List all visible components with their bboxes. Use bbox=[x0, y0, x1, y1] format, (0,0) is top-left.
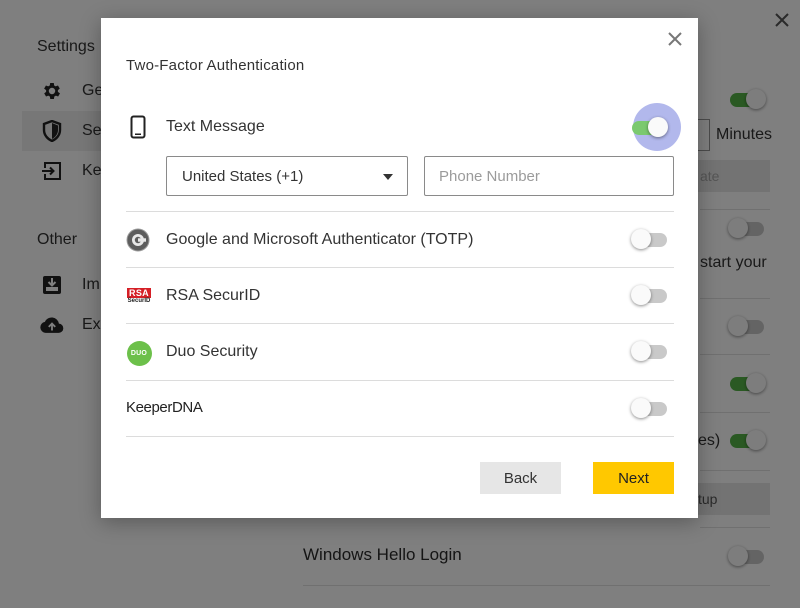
method-text-message: Text Message bbox=[126, 108, 674, 148]
text-message-toggle[interactable] bbox=[632, 117, 668, 137]
method-rsa-securid: RSA SecurID RSA SecurID bbox=[126, 282, 674, 310]
method-keeperdna: KeeperDNA bbox=[126, 396, 674, 424]
method-label: Text Message bbox=[166, 118, 265, 135]
method-label: Google and Microsoft Authenticator (TOTP… bbox=[166, 231, 474, 248]
two-factor-dialog: Two-Factor Authentication Text Message U… bbox=[101, 18, 698, 518]
phone-number-input[interactable] bbox=[424, 156, 674, 196]
back-button[interactable]: Back bbox=[480, 462, 561, 494]
method-duo-security: DUO Duo Security bbox=[126, 338, 674, 366]
chevron-down-icon bbox=[383, 174, 393, 180]
keeperdna-logo-icon: KeeperDNA bbox=[126, 399, 203, 416]
close-icon[interactable] bbox=[664, 28, 686, 50]
duo-logo-icon: DUO bbox=[126, 340, 152, 366]
method-totp: Google and Microsoft Authenticator (TOTP… bbox=[126, 226, 674, 254]
method-label: RSA SecurID bbox=[166, 287, 261, 304]
google-authenticator-icon bbox=[126, 228, 150, 252]
country-code-value: United States (+1) bbox=[182, 167, 304, 185]
duo-security-toggle[interactable] bbox=[631, 341, 667, 361]
method-label: Duo Security bbox=[166, 343, 258, 360]
rsa-securid-logo-icon: RSA SecurID bbox=[127, 287, 151, 304]
country-code-select[interactable]: United States (+1) bbox=[166, 156, 408, 196]
mobile-phone-icon bbox=[126, 114, 150, 140]
dialog-title: Two-Factor Authentication bbox=[126, 57, 305, 74]
keeperdna-toggle[interactable] bbox=[631, 398, 667, 418]
totp-toggle[interactable] bbox=[631, 229, 667, 249]
rsa-securid-toggle[interactable] bbox=[631, 285, 667, 305]
next-button[interactable]: Next bbox=[593, 462, 674, 494]
